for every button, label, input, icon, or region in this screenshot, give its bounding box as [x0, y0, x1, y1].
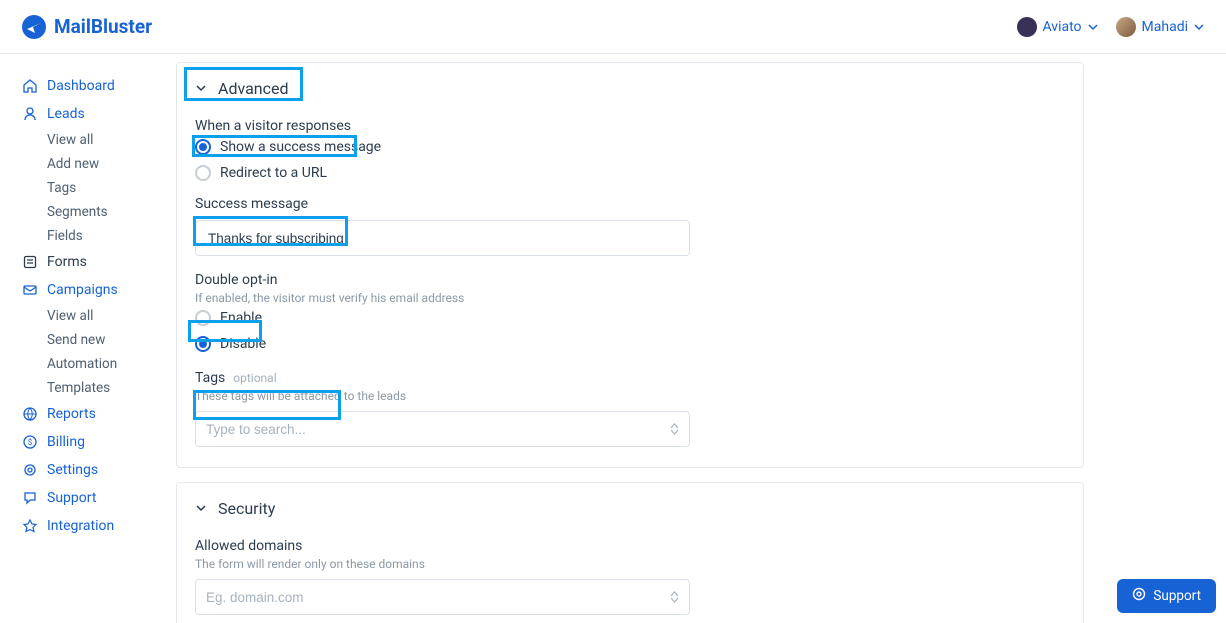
success-message-input[interactable] [195, 220, 690, 256]
gear-icon [22, 462, 38, 478]
support-button[interactable]: Support [1117, 579, 1216, 613]
sidebar-item-billing[interactable]: $ Billing [22, 428, 164, 456]
brand[interactable]: MailBluster [22, 15, 152, 39]
radio-enable[interactable]: Enable [195, 305, 1065, 331]
advanced-header[interactable]: Advanced [177, 63, 1083, 114]
advanced-panel: Advanced When a visitor responses Show a… [176, 62, 1084, 468]
sidebar-sub-leads-viewall[interactable]: View all [22, 128, 164, 152]
tags-input-wrap[interactable] [195, 411, 690, 447]
sidebar-item-reports[interactable]: Reports [22, 400, 164, 428]
radio-label: Show a success message [220, 139, 381, 155]
allowed-domains-input-wrap[interactable] [195, 579, 690, 615]
security-panel: Security Allowed domains The form will r… [176, 482, 1084, 623]
sidebar-sub-leads-segments[interactable]: Segments [22, 200, 164, 224]
form-icon [22, 254, 38, 270]
sidebar-item-label: Campaigns [47, 282, 118, 298]
advanced-title: Advanced [218, 79, 289, 98]
radio-icon [195, 336, 211, 352]
radio-icon [195, 310, 211, 326]
tags-optional: optional [233, 371, 276, 385]
sidebar-sub-leads-fields[interactable]: Fields [22, 224, 164, 248]
radio-disable[interactable]: Disable [195, 331, 1065, 357]
radio-label: Redirect to a URL [220, 165, 327, 181]
user-icon [22, 106, 38, 122]
home-icon [22, 78, 38, 94]
dollar-icon: $ [22, 434, 38, 450]
user-name: Mahadi [1142, 19, 1188, 35]
svg-text:$: $ [28, 438, 33, 447]
allowed-domains-help: The form will render only on these domai… [195, 557, 1065, 571]
radio-icon [195, 139, 211, 155]
success-message-label: Success message [195, 196, 1065, 212]
org-switcher[interactable]: Aviato [1017, 17, 1098, 37]
sidebar-item-label: Reports [47, 406, 96, 422]
sidebar-item-label: Leads [47, 106, 85, 122]
allowed-domains-input[interactable] [206, 590, 584, 605]
sidebar-sub-leads-tags[interactable]: Tags [22, 176, 164, 200]
sidebar-item-support[interactable]: Support [22, 484, 164, 512]
chat-icon [22, 490, 38, 506]
sidebar-item-label: Support [47, 490, 96, 506]
user-avatar [1116, 17, 1136, 37]
chevron-down-icon [1088, 22, 1098, 32]
sidebar-sub-campaigns-viewall[interactable]: View all [22, 304, 164, 328]
sidebar-item-settings[interactable]: Settings [22, 456, 164, 484]
sidebar-item-label: Dashboard [47, 78, 115, 94]
org-name: Aviato [1043, 19, 1082, 35]
sidebar-item-label: Integration [47, 518, 114, 534]
globe-icon [22, 406, 38, 422]
support-button-label: Support [1153, 588, 1201, 604]
radio-show-success[interactable]: Show a success message [195, 134, 1065, 160]
sort-icon[interactable] [670, 591, 679, 603]
sort-icon[interactable] [670, 423, 679, 435]
tags-label: Tags [195, 370, 225, 386]
security-header[interactable]: Security [177, 483, 1083, 534]
allowed-domains-label: Allowed domains [195, 538, 1065, 554]
chevron-down-icon [1194, 22, 1204, 32]
sidebar-item-label: Forms [47, 254, 87, 270]
security-title: Security [218, 499, 275, 518]
sidebar-item-dashboard[interactable]: Dashboard [22, 72, 164, 100]
radio-label: Disable [220, 336, 266, 352]
integration-icon [22, 518, 38, 534]
tags-help: These tags will be attached to the leads [195, 389, 1065, 403]
sidebar-sub-leads-addnew[interactable]: Add new [22, 152, 164, 176]
sidebar-item-label: Settings [47, 462, 98, 478]
sidebar-item-leads[interactable]: Leads [22, 100, 164, 128]
sidebar-sub-campaigns-sendnew[interactable]: Send new [22, 328, 164, 352]
sidebar-item-integration[interactable]: Integration [22, 512, 164, 540]
visitor-response-label: When a visitor responses [195, 118, 1065, 134]
user-menu[interactable]: Mahadi [1116, 17, 1204, 37]
org-avatar [1017, 17, 1037, 37]
sidebar-sub-campaigns-automation[interactable]: Automation [22, 352, 164, 376]
tags-input[interactable] [206, 422, 584, 437]
chevron-down-icon [195, 79, 207, 98]
sidebar-item-forms[interactable]: Forms [22, 248, 164, 276]
chevron-down-icon [195, 499, 207, 518]
radio-redirect-url[interactable]: Redirect to a URL [195, 160, 1065, 186]
double-optin-label: Double opt-in [195, 272, 1065, 288]
double-optin-help: If enabled, the visitor must verify his … [195, 291, 1065, 305]
radio-icon [195, 165, 211, 181]
sidebar-item-campaigns[interactable]: Campaigns [22, 276, 164, 304]
life-ring-icon [1132, 587, 1146, 605]
brand-text: MailBluster [54, 15, 152, 38]
sidebar-sub-campaigns-templates[interactable]: Templates [22, 376, 164, 400]
mail-icon [22, 282, 38, 298]
radio-label: Enable [220, 310, 262, 326]
brand-icon [22, 15, 46, 39]
sidebar-item-label: Billing [47, 434, 85, 450]
